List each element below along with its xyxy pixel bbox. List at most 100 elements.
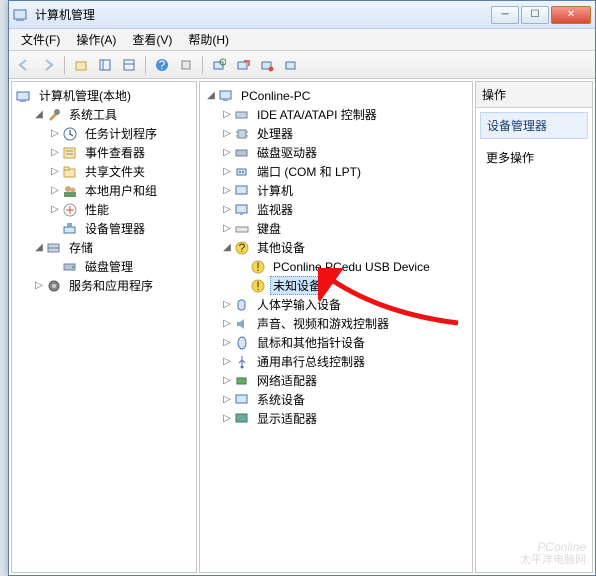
collapse-icon[interactable]: ◢ [32,109,46,120]
expand-icon[interactable]: ▷ [220,413,234,424]
warn-icon: ! [250,259,266,275]
menu-help[interactable]: 帮助(H) [180,29,237,50]
minimize-button[interactable]: ─ [491,6,519,24]
dev-mgr-node[interactable]: ▷设备管理器 [46,219,194,238]
collapse-icon[interactable]: ◢ [220,242,234,253]
tb-btn-9[interactable] [280,54,302,76]
usb-icon [234,354,250,370]
left-pane: 计算机管理(本地) ◢ 系统工具 ▷任务计划程序 ▷事件查看器 [11,81,197,573]
display-node[interactable]: ▷显示适配器 [218,409,470,428]
actions-header: 操作 [476,82,592,108]
disk-mgmt-node[interactable]: ▷磁盘管理 [46,257,194,276]
computer-icon [234,183,250,199]
perf-node[interactable]: ▷性能 [46,200,194,219]
computer-node[interactable]: ▷计算机 [218,181,470,200]
menu-view[interactable]: 查看(V) [124,29,180,50]
expand-icon[interactable]: ▷ [48,147,62,158]
expand-icon[interactable]: ▷ [220,128,234,139]
sound-node[interactable]: ▷声音、视频和游戏控制器 [218,314,470,333]
expand-icon[interactable]: ▷ [48,166,62,177]
tb-btn-7[interactable] [232,54,254,76]
back-button[interactable] [13,54,35,76]
expand-icon[interactable]: ▷ [48,128,62,139]
warn-icon: ! [250,278,266,294]
tb-btn-1[interactable] [70,54,92,76]
tools-icon [46,107,62,123]
expand-icon[interactable]: ▷ [220,223,234,234]
forward-button[interactable] [37,54,59,76]
unknown-node[interactable]: ▷!未知设备 [234,276,470,295]
actions-pane: 操作 设备管理器 更多操作 [475,81,593,573]
keyboard-node[interactable]: ▷键盘 [218,219,470,238]
pc-root[interactable]: ◢PConline-PC [202,86,470,105]
tb-scan-button[interactable] [208,54,230,76]
expand-icon[interactable]: ▷ [220,299,234,310]
window-buttons: ─ ☐ ✕ [491,6,591,24]
storage-node[interactable]: ◢ 存储 [30,238,194,257]
hid-node[interactable]: ▷人体学输入设备 [218,295,470,314]
help-button[interactable]: ? [151,54,173,76]
collapse-icon[interactable]: ◢ [32,242,46,253]
close-button[interactable]: ✕ [551,6,591,24]
display-icon [234,411,250,427]
tb-btn-5[interactable] [175,54,197,76]
warn-icon: ? [234,240,250,256]
clock-icon [62,126,78,142]
expand-icon[interactable]: ▷ [220,166,234,177]
svg-text:?: ? [239,241,246,255]
toolbar-sep [145,56,146,74]
ide-node[interactable]: ▷IDE ATA/ATAPI 控制器 [218,105,470,124]
network-node[interactable]: ▷网络适配器 [218,371,470,390]
expand-icon[interactable]: ▷ [48,204,62,215]
network-icon [234,373,250,389]
watermark: PConline 太平洋电脑网 [520,541,586,566]
more-actions[interactable]: 更多操作 [476,143,592,172]
maximize-button[interactable]: ☐ [521,6,549,24]
expand-icon[interactable]: ▷ [220,375,234,386]
tree-root[interactable]: 计算机管理(本地) [14,86,194,105]
sysdev-node[interactable]: ▷系统设备 [218,390,470,409]
cpu-node[interactable]: ▷处理器 [218,124,470,143]
expand-icon[interactable]: ▷ [220,204,234,215]
expand-icon[interactable]: ▷ [220,185,234,196]
monitor-node[interactable]: ▷监视器 [218,200,470,219]
actions-section[interactable]: 设备管理器 [480,112,588,139]
tb-btn-2[interactable] [94,54,116,76]
toolbar: ? [9,51,595,79]
cpu-icon [234,126,250,142]
collapse-icon[interactable]: ◢ [204,90,218,101]
selected-label: 未知设备 [270,276,324,295]
diskdrv-node[interactable]: ▷磁盘驱动器 [218,143,470,162]
expand-icon[interactable]: ▷ [220,337,234,348]
task-sched-node[interactable]: ▷任务计划程序 [46,124,194,143]
perf-icon [62,202,78,218]
expand-icon[interactable]: ▷ [48,185,62,196]
sys-tools-node[interactable]: ◢ 系统工具 [30,105,194,124]
expand-icon[interactable]: ▷ [220,318,234,329]
devmgr-icon [62,221,78,237]
expand-icon[interactable]: ▷ [220,356,234,367]
port-icon [234,164,250,180]
event-viewer-node[interactable]: ▷事件查看器 [46,143,194,162]
usb-node[interactable]: ▷通用串行总线控制器 [218,352,470,371]
expand-icon[interactable]: ▷ [32,280,46,291]
storage-icon [46,240,62,256]
services-node[interactable]: ▷服务和应用程序 [30,276,194,295]
users-node[interactable]: ▷本地用户和组 [46,181,194,200]
diskdrv-icon [234,145,250,161]
expand-icon[interactable]: ▷ [220,394,234,405]
tb-btn-8[interactable] [256,54,278,76]
port-node[interactable]: ▷端口 (COM 和 LPT) [218,162,470,181]
shared-node[interactable]: ▷共享文件夹 [46,162,194,181]
expand-icon[interactable]: ▷ [220,147,234,158]
tb-btn-3[interactable] [118,54,140,76]
content: 计算机管理(本地) ◢ 系统工具 ▷任务计划程序 ▷事件查看器 [9,79,595,575]
expand-icon[interactable]: ▷ [220,109,234,120]
menu-file[interactable]: 文件(F) [13,29,68,50]
svg-text:?: ? [159,58,166,72]
other-node[interactable]: ◢?其他设备 [218,238,470,257]
sysdev-icon [234,392,250,408]
menu-action[interactable]: 操作(A) [68,29,124,50]
mouse-node[interactable]: ▷鼠标和其他指针设备 [218,333,470,352]
pcedu-node[interactable]: ▷!PConline PCedu USB Device [234,257,470,276]
